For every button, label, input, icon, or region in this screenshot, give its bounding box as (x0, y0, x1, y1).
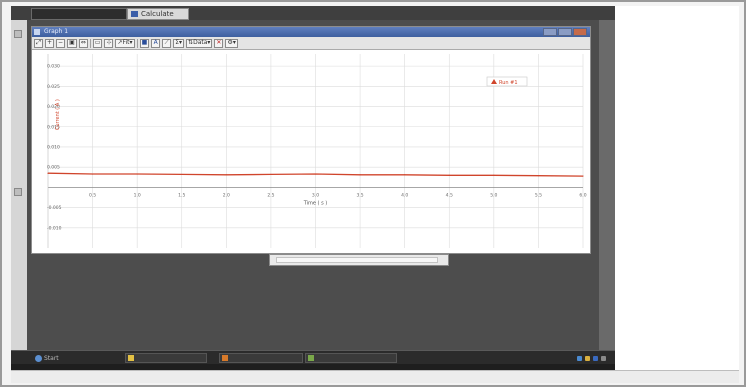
select-icon[interactable]: ▣ (67, 38, 77, 48)
data-point (359, 174, 361, 176)
slope-icon[interactable]: ⟋ (162, 38, 172, 48)
page-margin (615, 6, 739, 370)
battery-icon[interactable] (601, 355, 606, 361)
data-point (314, 173, 317, 175)
graph-window: Graph 1 ⤢ + − ▣ ⇔ ▭ ⊹ ↗Fit▾ ■ A ⟋ Σ▾ (31, 26, 591, 254)
scale-icon[interactable]: ⇔ (78, 38, 88, 48)
network-icon[interactable] (577, 355, 582, 361)
annotate-icon[interactable]: ▭ (92, 38, 103, 48)
zoom-in-icon[interactable]: + (45, 38, 55, 48)
x-tick-label: 0.5 (89, 192, 96, 198)
close-window-button[interactable] (573, 28, 587, 36)
volume-icon[interactable] (585, 355, 590, 361)
app-icon (308, 355, 314, 361)
graph-window-icon (34, 29, 40, 35)
sigma-label: Σ (175, 39, 180, 46)
status-dialog (269, 254, 449, 266)
graph-title: Graph 1 (44, 28, 69, 35)
coordinates-icon[interactable]: ⊹ (104, 38, 114, 48)
x-tick-label: 3.5 (356, 192, 363, 198)
x-tick-label: 5.0 (490, 192, 497, 198)
x-tick-label: 1.0 (134, 192, 141, 198)
data-point (91, 173, 94, 175)
data-point (181, 173, 183, 176)
x-tick-label: 1.5 (178, 192, 185, 198)
zoom-out-icon[interactable]: − (56, 38, 66, 48)
minimize-button[interactable] (543, 28, 557, 36)
x-axis-ticks: 0.5 1.0 1.5 2.0 2.5 3.0 3.5 4.0 4.5 5.0 5.5 6.0 (89, 192, 587, 198)
delete-icon[interactable]: ✕ (214, 38, 224, 48)
start-button[interactable]: Start (35, 353, 85, 363)
data-point (448, 174, 450, 176)
calculate-icon (131, 11, 138, 17)
data-point (47, 172, 49, 174)
calculate-tab-label: Calculate (141, 10, 174, 18)
taskbar-item-folder[interactable] (125, 353, 207, 363)
fit-menu[interactable]: ↗ Fit ▾ (115, 38, 135, 48)
y-tick-label: -0.005 (47, 205, 62, 211)
statistics-menu[interactable]: Σ ▾ (173, 38, 185, 48)
x-axis-label: Time ( s ) (303, 200, 328, 206)
folder-icon (128, 355, 134, 361)
y-tick-label: 0.025 (47, 84, 60, 90)
data-menu[interactable]: ⇅ Data ▾ (186, 38, 213, 48)
desktop-top-bar: Calculate (11, 6, 615, 20)
color-icon[interactable]: ■ (139, 38, 150, 48)
start-orb-icon (35, 354, 42, 362)
data-point (136, 173, 138, 175)
right-side-panel (599, 20, 615, 350)
status-progress-bar (276, 257, 438, 263)
maximize-button[interactable] (558, 28, 572, 36)
legend-entry: Run #1 (499, 80, 518, 86)
monitor-screen: Calculate Graph 1 ⤢ + − ▣ ⇔ ▭ ⊹ ↗ Fit ▾ … (11, 6, 615, 370)
y-tick-label: 0.010 (47, 144, 60, 150)
flag-icon[interactable] (593, 355, 598, 361)
data-point (537, 175, 540, 177)
calculate-tab[interactable]: Calculate (127, 8, 189, 20)
x-tick-label: 5.5 (535, 192, 542, 198)
data-point (404, 174, 406, 176)
bottom-strip (11, 370, 739, 383)
app-tab-dark[interactable] (31, 8, 127, 20)
fit-label: Fit (122, 39, 130, 46)
plot-area[interactable]: 0.030 0.025 0.020 0.015 0.010 0.005 -0.005 -0.0… (32, 50, 590, 253)
y-tick-label: -0.010 (47, 225, 62, 231)
y-tick-label: 0.030 (47, 64, 60, 70)
taskbar-item-app2[interactable] (305, 353, 397, 363)
x-tick-label: 4.0 (401, 192, 408, 198)
graph-title-bar[interactable]: Graph 1 (32, 27, 590, 37)
data-label: Data (193, 39, 208, 46)
x-tick-label: 4.5 (446, 192, 453, 198)
legend[interactable]: Run #1 (486, 76, 528, 87)
x-tick-label: 3.0 (312, 192, 319, 198)
y-axis-label: Current ( A ) (55, 99, 61, 130)
data-point (270, 173, 272, 176)
settings-menu-icon[interactable]: ⚙▾ (225, 38, 238, 48)
x-tick-label: 2.5 (267, 192, 274, 198)
text-icon[interactable]: A (151, 38, 161, 48)
graph-toolbar: ⤢ + − ▣ ⇔ ▭ ⊹ ↗ Fit ▾ ■ A ⟋ Σ ▾ ⇅ Data ▾ ✕ ⚙▾ (32, 37, 590, 50)
start-label: Start (44, 354, 59, 362)
graph-plot[interactable]: 0.0300.0250.0200.0150.0100.005-0.005-0.0… (32, 50, 590, 253)
data-point (582, 175, 584, 177)
app-icon (222, 355, 228, 361)
data-point (493, 174, 495, 176)
y-tick-label: 0.005 (47, 165, 60, 171)
x-tick-label: 2.0 (223, 192, 230, 198)
taskbar: Start (11, 350, 615, 365)
system-tray (577, 353, 609, 363)
y-axis-ticks: 0.0300.0250.0200.0150.0100.005-0.005-0.0… (47, 64, 62, 232)
data-point (225, 174, 227, 176)
expand-toggle-icon[interactable] (14, 188, 22, 196)
taskbar-item-app1[interactable] (219, 353, 303, 363)
autoscale-icon[interactable]: ⤢ (34, 38, 43, 48)
x-tick-label: 6.0 (579, 192, 586, 198)
left-side-panel (11, 20, 27, 350)
collapse-toggle-icon[interactable] (14, 30, 22, 38)
